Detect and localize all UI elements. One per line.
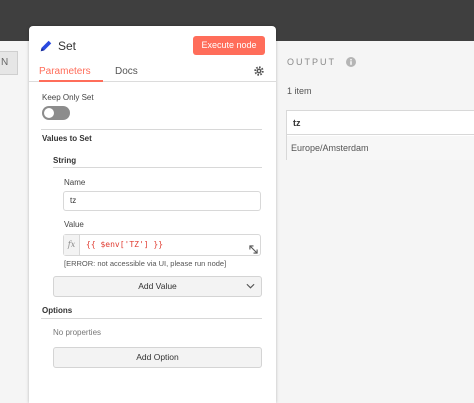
no-properties-text: No properties	[53, 328, 102, 337]
output-item-count: 1 item	[287, 86, 312, 96]
value-label: Value	[64, 220, 84, 229]
output-cell: Europe/Amsterdam	[287, 136, 474, 160]
output-table: tz Europe/Amsterdam	[286, 110, 474, 160]
string-group-label: String	[53, 156, 77, 165]
expression-text: {{ $env['TZ'] }}	[86, 240, 164, 249]
node-parameters-panel: Set Execute node Parameters Docs Keep On…	[29, 26, 276, 403]
tab-docs[interactable]: Docs	[115, 66, 138, 77]
fx-icon: fx	[64, 235, 80, 255]
gear-icon[interactable]	[253, 65, 265, 77]
chevron-down-icon	[246, 283, 255, 289]
input-panel-stub[interactable]: N	[0, 51, 18, 75]
add-value-label: Add Value	[138, 281, 177, 291]
keep-only-set-label: Keep Only Set	[42, 93, 94, 102]
active-tab-underline	[39, 80, 103, 82]
value-expression-input[interactable]: fx {{ $env['TZ'] }}	[63, 234, 261, 256]
node-title[interactable]: Set	[58, 39, 76, 53]
output-column-header: tz	[287, 111, 474, 135]
add-value-dropdown[interactable]: Add Value	[53, 276, 262, 297]
add-option-button[interactable]: Add Option	[53, 347, 262, 368]
expand-icon[interactable]	[249, 245, 258, 254]
options-label: Options	[42, 306, 73, 315]
keep-only-set-toggle[interactable]	[42, 106, 70, 120]
divider	[53, 167, 262, 168]
tab-parameters[interactable]: Parameters	[39, 66, 91, 77]
divider	[41, 318, 262, 319]
divider	[41, 129, 262, 130]
execute-node-button[interactable]: Execute node	[193, 36, 265, 55]
info-icon[interactable]	[346, 57, 356, 67]
name-input[interactable]: tz	[63, 191, 261, 211]
toggle-knob	[44, 108, 54, 118]
name-label: Name	[64, 178, 86, 187]
output-title: OUTPUT	[287, 57, 336, 67]
panel-tabs: Parameters Docs	[29, 63, 276, 82]
values-to-set-label: Values to Set	[42, 134, 92, 143]
panel-header: Set	[39, 37, 76, 55]
pencil-icon	[40, 40, 52, 52]
expression-error-text: [ERROR: not accessible via UI, please ru…	[64, 259, 227, 268]
